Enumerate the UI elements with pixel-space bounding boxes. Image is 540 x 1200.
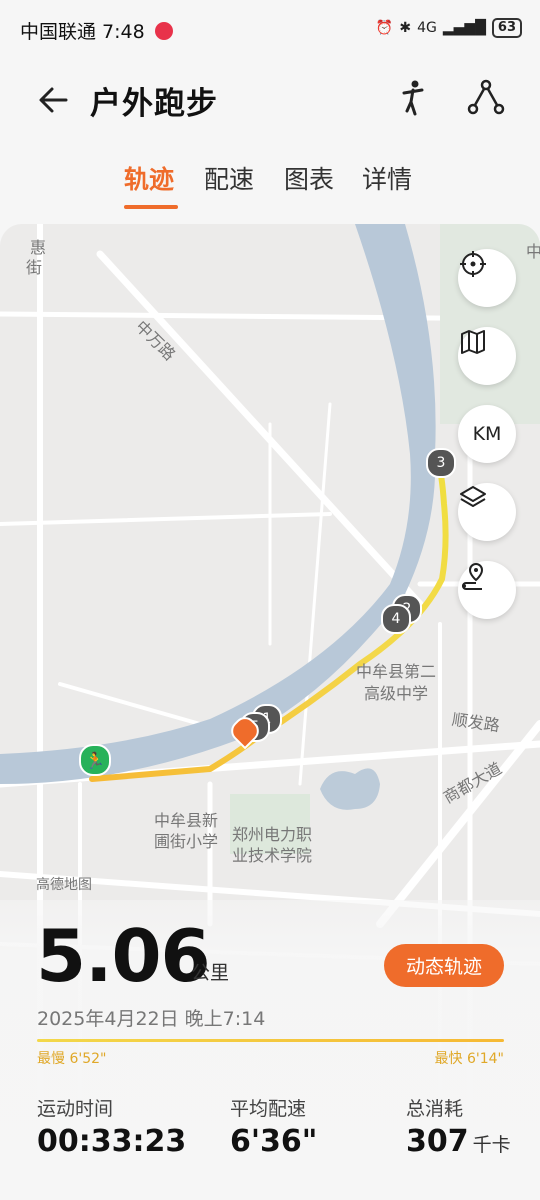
tab-charts[interactable]: 图表 [284, 160, 334, 196]
back-arrow-icon[interactable] [34, 80, 74, 120]
notification-badge-icon [154, 21, 173, 40]
map-label-school-1b: 高级中学 [364, 684, 429, 703]
km-label: KM [472, 423, 502, 445]
distance-value: 5.06 [36, 914, 211, 998]
duration-label: 运动时间 [37, 1098, 114, 1120]
active-tab-indicator [124, 205, 178, 209]
km-marker-3[interactable]: 3 [426, 448, 456, 478]
carrier-time: 中国联通 7:48 [20, 21, 145, 43]
network-type: 4G [417, 20, 437, 36]
map-type-button[interactable] [458, 327, 516, 385]
crosshair-icon [460, 251, 486, 277]
runner-pose-icon[interactable] [392, 78, 432, 118]
distance-unit: 公里 [191, 962, 230, 984]
page-title: 户外跑步 [90, 86, 218, 122]
route-pin-icon [462, 562, 484, 590]
status-left: 中国联通 7:48 [20, 17, 173, 44]
avg-pace-label: 平均配速 [230, 1098, 307, 1120]
calories-block: 307 千卡 [406, 1124, 511, 1159]
avg-pace-value: 6'36" [230, 1124, 318, 1159]
lake [320, 768, 380, 810]
map-label-school-1a: 中牟县第二 [356, 662, 437, 681]
battery-level: 63 [491, 18, 522, 38]
status-bar: 中国联通 7:48 ⏰ ✱ 4G ▂▄▆█ 63 [0, 0, 540, 58]
run-date: 2025年4月22日 晚上7:14 [37, 1008, 266, 1030]
layers-button[interactable] [458, 483, 516, 541]
tab-bar: 轨迹 配速 图表 详情 [0, 160, 540, 210]
route-map[interactable]: 1 5 2 4 3 🏃 惠 街 中万路 中牟县第二 高级中学 顺发路 商都大道 … [0, 224, 540, 1200]
map-attribution: 高德地图 [36, 877, 92, 893]
duration-value: 00:33:23 [37, 1124, 187, 1159]
map-label-school-2b: 圃街小学 [154, 832, 219, 851]
tab-details[interactable]: 详情 [362, 160, 412, 196]
header: 户外跑步 [0, 58, 540, 142]
signal-icon: ▂▄▆█ [442, 20, 486, 36]
route-location-button[interactable] [458, 561, 516, 619]
status-right: ⏰ ✱ 4G ▂▄▆█ 63 [376, 18, 522, 38]
summary-panel: 5.06 公里 动态轨迹 2025年4月22日 晚上7:14 最慢 6'52" … [0, 900, 540, 1200]
map-icon [461, 330, 485, 354]
layers-icon [460, 486, 486, 507]
map-label-corner: 中 [526, 242, 540, 261]
fastest-pace-label: 最快 6'14" [434, 1051, 504, 1067]
km-marker-4[interactable]: 4 [381, 604, 411, 634]
bluetooth-icon: ✱ [399, 20, 412, 36]
calories-unit: 千卡 [472, 1134, 511, 1156]
tab-pace[interactable]: 配速 [204, 160, 254, 196]
start-runner-icon[interactable]: 🏃 [79, 744, 111, 776]
calories-label: 总消耗 [406, 1098, 464, 1120]
locate-button[interactable] [458, 249, 516, 307]
route-share-icon[interactable] [466, 78, 506, 118]
calories-value: 307 [406, 1124, 469, 1159]
dynamic-track-button[interactable]: 动态轨迹 [384, 944, 504, 987]
pace-gradient-bar [37, 1039, 504, 1042]
map-label-jie: 街 [26, 258, 43, 277]
alarm-icon: ⏰ [375, 20, 394, 36]
map-label-college-b: 业技术学院 [232, 846, 313, 865]
slowest-pace-label: 最慢 6'52" [37, 1051, 107, 1067]
km-toggle-button[interactable]: KM [458, 405, 516, 463]
tab-track[interactable]: 轨迹 [124, 160, 174, 196]
